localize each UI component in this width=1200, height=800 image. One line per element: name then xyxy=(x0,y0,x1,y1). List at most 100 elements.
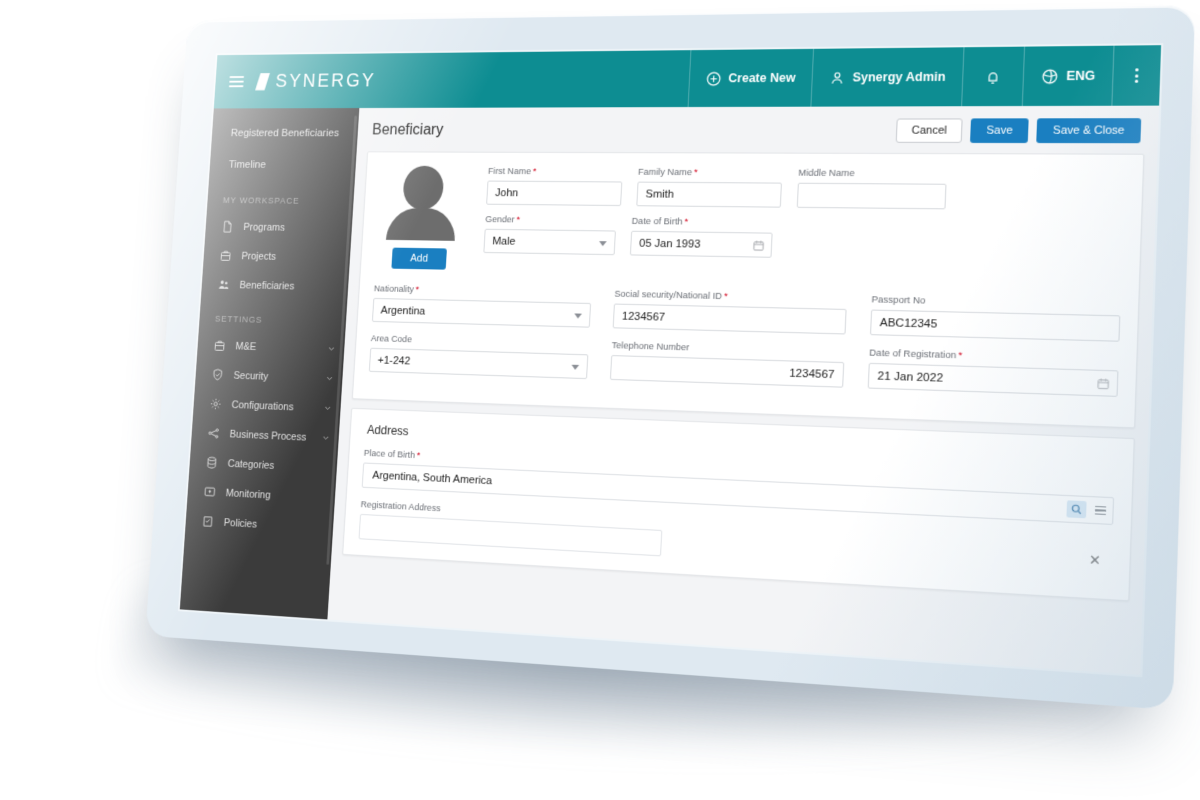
nationality-field: Nationality* Argentina xyxy=(371,284,592,328)
briefcase-icon xyxy=(219,249,233,263)
sidebar-item-programs[interactable]: Programs xyxy=(205,212,353,243)
sidebar-item-label: Monitoring xyxy=(225,487,271,501)
cancel-button[interactable]: Cancel xyxy=(895,118,963,143)
sidebar-item-label: Policies xyxy=(223,516,258,531)
sidebar-item-registered-beneficiaries[interactable]: Registered Beneficiaries xyxy=(211,117,359,149)
sidebar-link-label: Registered Beneficiaries xyxy=(230,127,340,140)
family-name-input[interactable]: Smith xyxy=(636,181,782,208)
details-column-2: Social security/National ID* 1234567 Tel… xyxy=(609,289,847,400)
label-text: Nationality xyxy=(373,283,415,296)
more-options-button[interactable] xyxy=(1111,45,1162,106)
hamburger-menu-icon[interactable] xyxy=(228,76,245,88)
label-text: Place of Birth xyxy=(363,447,416,461)
plus-circle-icon xyxy=(705,70,722,87)
sidebar-item-me[interactable]: M&E xyxy=(197,330,345,364)
app-logo[interactable]: SYNERGY xyxy=(255,70,376,92)
notifications-button[interactable] xyxy=(960,46,1024,107)
passport-field: Passport No ABC12345 xyxy=(869,294,1121,342)
sidebar-item-beneficiaries[interactable]: Beneficiaries xyxy=(201,270,349,302)
social-security-input[interactable]: 1234567 xyxy=(612,303,847,335)
label-text: Date of Registration xyxy=(868,347,957,362)
nationality-label: Nationality* xyxy=(374,284,592,299)
user-icon xyxy=(828,69,846,86)
first-name-input[interactable]: John xyxy=(486,180,623,207)
middle-name-input[interactable] xyxy=(796,182,947,210)
nationality-selected-value: Argentina xyxy=(380,304,426,317)
tablet-screen: SYNERGY Create New Synergy Admin ENG Reg… xyxy=(179,45,1162,675)
save-and-close-button[interactable]: Save & Close xyxy=(1036,118,1142,144)
date-of-registration-input[interactable]: 21 Jan 2022 xyxy=(867,362,1119,397)
search-icon[interactable] xyxy=(1066,500,1087,519)
label-text: Date of Birth xyxy=(631,215,683,228)
list-icon[interactable] xyxy=(1094,505,1107,516)
more-vertical-icon xyxy=(1134,68,1139,83)
chevron-down-icon xyxy=(325,374,334,383)
synergy-logo-mark-icon xyxy=(255,73,270,91)
passport-input[interactable]: ABC12345 xyxy=(869,309,1121,342)
details-column-3: Passport No ABC12345 Date of Registratio… xyxy=(867,294,1121,409)
workflow-icon xyxy=(207,426,221,441)
brand-name: SYNERGY xyxy=(274,69,377,92)
sidebar-item-label: Beneficiaries xyxy=(239,279,295,292)
create-new-button[interactable]: Create New xyxy=(687,48,813,108)
social-security-field: Social security/National ID* 1234567 xyxy=(612,289,848,335)
app-body: Registered Beneficiaries Timeline MY WOR… xyxy=(179,105,1160,675)
gear-icon xyxy=(209,397,223,412)
area-code-selected-value: +1-242 xyxy=(377,354,411,367)
required-marker: * xyxy=(723,291,728,303)
place-of-birth-value: Argentina, South America xyxy=(372,469,493,488)
language-selector[interactable]: ENG xyxy=(1021,45,1114,107)
telephone-input[interactable]: 1234567 xyxy=(609,355,845,388)
required-marker: * xyxy=(532,166,537,178)
middle-name-label: Middle Name xyxy=(798,167,855,180)
chevron-down-icon xyxy=(574,312,582,319)
area-code-field: Area Code +1-242 xyxy=(368,333,589,380)
nav-brand-area: SYNERGY xyxy=(214,50,690,108)
checklist-icon xyxy=(201,514,215,529)
person-placeholder-icon xyxy=(383,165,462,241)
required-marker: * xyxy=(415,284,420,296)
page-title: Beneficiary xyxy=(371,122,444,139)
globe-icon xyxy=(1040,67,1059,85)
date-of-birth-label: Date of Birth* xyxy=(631,216,773,229)
identity-card: Add First Name* John Family Name* Smith … xyxy=(351,151,1145,429)
required-marker: * xyxy=(693,167,698,179)
details-grid: Nationality* Argentina Area Code +1-242 … xyxy=(368,284,1121,410)
address-card: Address Place of Birth* Argentina, South… xyxy=(342,407,1135,602)
first-name-field: First Name* John xyxy=(486,166,623,207)
sidebar-item-projects[interactable]: Projects xyxy=(203,241,351,273)
social-security-label: Social security/National ID* xyxy=(614,289,847,305)
calendar-icon[interactable] xyxy=(752,238,766,251)
gender-selected-value: Male xyxy=(492,235,516,248)
nationality-select[interactable]: Argentina xyxy=(371,297,592,328)
sidebar-item-label: Configurations xyxy=(231,398,294,413)
sidebar-item-label: Categories xyxy=(227,457,275,472)
sidebar-item-label: M&E xyxy=(235,340,257,353)
save-button[interactable]: Save xyxy=(970,118,1030,144)
date-of-registration-value: 21 Jan 2022 xyxy=(877,369,944,385)
date-of-birth-value: 05 Jan 1993 xyxy=(638,237,701,251)
add-photo-button[interactable]: Add xyxy=(391,247,447,270)
required-marker: * xyxy=(516,214,521,226)
area-code-select[interactable]: +1-242 xyxy=(368,347,589,380)
sidebar-section-my-workspace: MY WORKSPACE xyxy=(222,195,300,207)
label-text: Social security/National ID xyxy=(614,288,723,303)
perspective-scene: SYNERGY Create New Synergy Admin ENG Reg… xyxy=(0,0,1200,800)
close-icon[interactable]: ✕ xyxy=(1089,551,1101,568)
family-name-label: Family Name* xyxy=(638,167,783,179)
monitor-icon xyxy=(203,485,217,500)
calendar-icon[interactable] xyxy=(1096,376,1111,390)
first-name-label: First Name* xyxy=(488,166,623,177)
user-account-button[interactable]: Synergy Admin xyxy=(810,47,964,107)
page-action-buttons: Cancel Save Save & Close xyxy=(895,118,1142,144)
avatar-torso-shape xyxy=(385,207,457,241)
avatar-column: Add xyxy=(375,165,468,270)
sidebar-item-policies[interactable]: Policies xyxy=(185,506,334,544)
sidebar-item-label: Business Process xyxy=(229,428,307,443)
label-text: Gender xyxy=(484,214,515,226)
date-of-birth-input[interactable]: 05 Jan 1993 xyxy=(629,230,773,258)
chevron-down-icon xyxy=(323,404,332,413)
sidebar-item-timeline[interactable]: Timeline xyxy=(209,149,357,181)
gender-field: Gender* Male xyxy=(483,214,616,256)
gender-select[interactable]: Male xyxy=(483,228,616,256)
